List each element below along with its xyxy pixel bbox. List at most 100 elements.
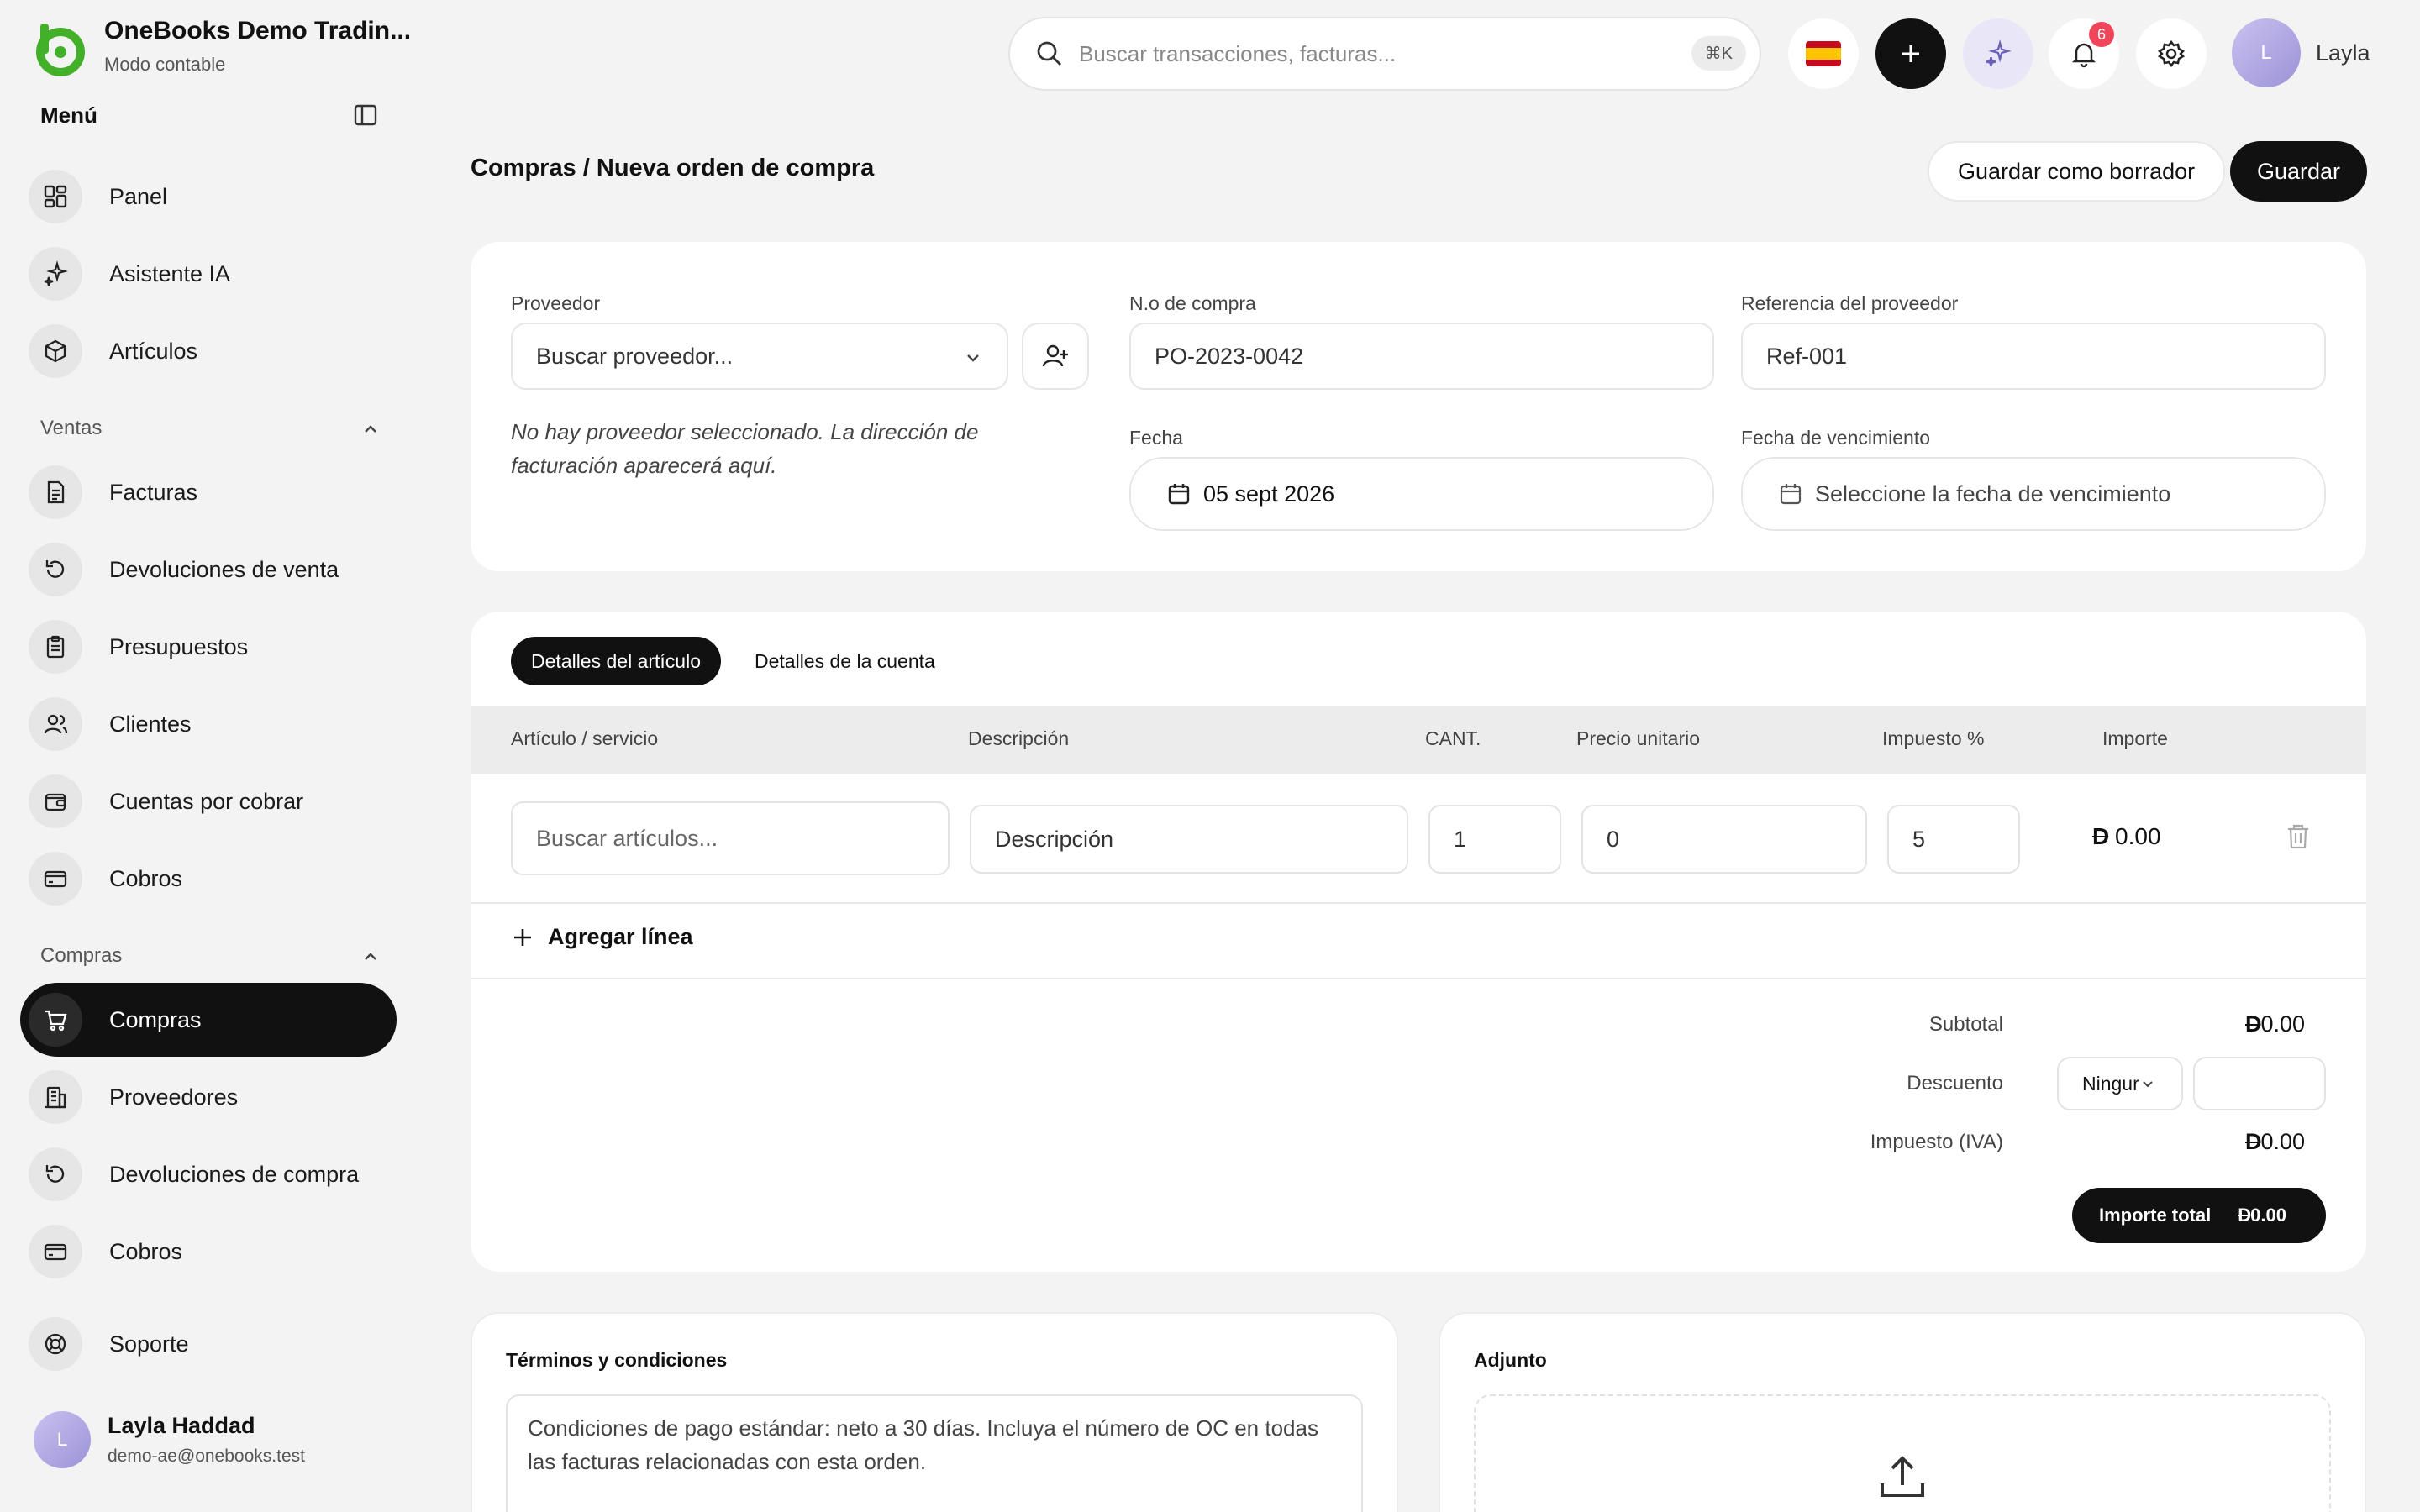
qty-input[interactable]: 1 (1428, 805, 1561, 874)
sidebar-item-cobros-ventas[interactable]: Cobros (20, 842, 397, 916)
tax-input[interactable]: 5 (1887, 805, 2020, 874)
terms-textarea[interactable]: Condiciones de pago estándar: neto a 30 … (506, 1394, 1363, 1512)
discount-value-input[interactable] (2193, 1057, 2326, 1110)
due-date-picker[interactable]: Seleccione la fecha de vencimiento (1741, 457, 2326, 531)
settings-button[interactable] (2136, 18, 2207, 89)
search-input[interactable] (1079, 40, 1650, 67)
sidebar-item-clientes[interactable]: Clientes (20, 687, 397, 761)
sidebar-item-label: Cuentas por cobrar (109, 788, 304, 814)
avatar[interactable]: L (2232, 18, 2301, 87)
add-line-label: Agregar línea (548, 924, 693, 949)
tab-account-details[interactable]: Detalles de la cuenta (734, 637, 955, 685)
chevron-down-icon (963, 348, 983, 368)
tax-total-value: D0.00 (2245, 1129, 2305, 1155)
card-icon (29, 1225, 82, 1278)
add-new-button[interactable] (1876, 18, 1946, 89)
sidebar-item-articulos[interactable]: Artículos (20, 314, 397, 388)
supplier-label: Proveedor (511, 292, 601, 314)
sidebar-item-devoluciones-venta[interactable]: Devoluciones de venta (20, 533, 397, 606)
sidebar-item-cuentas-cobrar[interactable]: Cuentas por cobrar (20, 764, 397, 838)
sidebar-toggle-icon[interactable] (353, 102, 378, 128)
notification-badge: 6 (2089, 22, 2114, 47)
trash-icon[interactable] (2286, 823, 2311, 850)
sidebar-item-cobros-compras[interactable]: Cobros (20, 1215, 397, 1289)
total-amount: 0.00 (2250, 1205, 2286, 1226)
sidebar-item-devoluciones-compra[interactable]: Devoluciones de compra (20, 1137, 397, 1211)
sidebar-item-label: Proveedores (109, 1084, 239, 1110)
sidebar-item-facturas[interactable]: Facturas (20, 455, 397, 529)
sidebar-item-panel[interactable]: Panel (20, 160, 397, 234)
table-header (471, 706, 2366, 774)
calendar-icon (1166, 481, 1192, 507)
wallet-icon (29, 774, 82, 828)
row-divider (471, 902, 2366, 904)
currency-symbol: D (2245, 1129, 2261, 1154)
supplier-reference-field[interactable]: Ref-001 (1741, 323, 2326, 390)
chevron-up-icon[interactable] (361, 948, 380, 966)
breadcrumb: Compras / Nueva orden de compra (471, 155, 875, 181)
supplier-placeholder: Buscar proveedor... (536, 343, 734, 369)
terms-title: Términos y condiciones (506, 1349, 728, 1371)
save-button[interactable]: Guardar (2230, 141, 2368, 202)
qty-value: 1 (1454, 826, 1467, 852)
brand-name: OneBooks Demo Tradin... (104, 17, 412, 45)
search-bar[interactable]: ⌘K (1008, 17, 1761, 91)
sidebar-item-label: Artículos (109, 338, 198, 364)
date-picker[interactable]: 05 sept 2026 (1129, 457, 1714, 531)
row-divider (471, 978, 2366, 979)
brand-logo[interactable] (32, 20, 89, 77)
card-icon (29, 852, 82, 906)
sidebar-item-proveedores[interactable]: Proveedores (20, 1060, 397, 1134)
section-compras-title: Compras (40, 944, 123, 967)
supplier-reference-label: Referencia del proveedor (1741, 292, 1959, 314)
avatar[interactable]: L (34, 1411, 91, 1468)
cart-icon (29, 993, 82, 1047)
sidebar-item-label: Compras (109, 1006, 202, 1032)
sidebar-item-compras[interactable]: Compras (20, 983, 397, 1057)
chevron-up-icon[interactable] (361, 420, 380, 438)
top-user-name[interactable]: Layla (2316, 40, 2370, 66)
column-header-unit-price: Precio unitario (1576, 727, 1701, 749)
user-email: demo-ae@onebooks.test (108, 1446, 305, 1466)
search-icon (1035, 39, 1064, 68)
item-search-input[interactable]: Buscar artículos... (511, 801, 950, 875)
discount-type-value: Ningur (2082, 1072, 2139, 1095)
sidebar-item-asistente-ia[interactable]: Asistente IA (20, 237, 397, 311)
sidebar-item-label: Panel (109, 183, 168, 209)
column-header-description: Descripción (968, 727, 1070, 749)
unit-price-input[interactable]: 0 (1581, 805, 1867, 874)
column-header-tax: Impuesto % (1882, 727, 1985, 749)
column-header-item: Artículo / servicio (511, 727, 659, 749)
subtotal-amount: 0.00 (2260, 1011, 2306, 1037)
currency-symbol: D (2245, 1011, 2261, 1037)
discount-type-select[interactable]: Ningur (2057, 1057, 2183, 1110)
tab-item-details[interactable]: Detalles del artículo (511, 637, 721, 685)
tax-label: Impuesto (IVA) (1870, 1131, 2003, 1153)
add-supplier-button[interactable] (1022, 323, 1089, 390)
add-line-button[interactable]: Agregar línea (511, 924, 693, 950)
sidebar-item-label: Presupuestos (109, 633, 249, 659)
supplier-select[interactable]: Buscar proveedor... (511, 323, 1008, 390)
plus-icon (1898, 41, 1923, 66)
date-value: 05 sept 2026 (1203, 480, 1335, 507)
sidebar-item-label: Soporte (109, 1331, 189, 1357)
line-amount: D 0.00 (2092, 823, 2161, 850)
sidebar-item-label: Cobros (109, 865, 183, 891)
description-input[interactable]: Descripción (970, 805, 1408, 874)
po-number-field[interactable]: PO-2023-0042 (1129, 323, 1714, 390)
sidebar-item-soporte[interactable]: Soporte (20, 1307, 397, 1381)
plus-icon (511, 926, 534, 949)
return-icon (29, 1147, 82, 1201)
sidebar-item-label: Cobros (109, 1238, 183, 1264)
subtotal-value: D0.00 (2245, 1011, 2305, 1037)
user-name: Layla Haddad (108, 1413, 255, 1438)
language-button[interactable] (1788, 18, 1859, 89)
description-placeholder: Descripción (995, 826, 1114, 852)
discount-label: Descuento (1907, 1072, 2003, 1095)
sidebar-item-presupuestos[interactable]: Presupuestos (20, 610, 397, 684)
column-header-qty: CANT. (1425, 727, 1481, 749)
invoice-icon (29, 465, 82, 519)
ai-assistant-button[interactable] (1963, 18, 2033, 89)
save-draft-button[interactable]: Guardar como borrador (1928, 141, 2226, 202)
notifications-button[interactable]: 6 (2049, 18, 2119, 89)
